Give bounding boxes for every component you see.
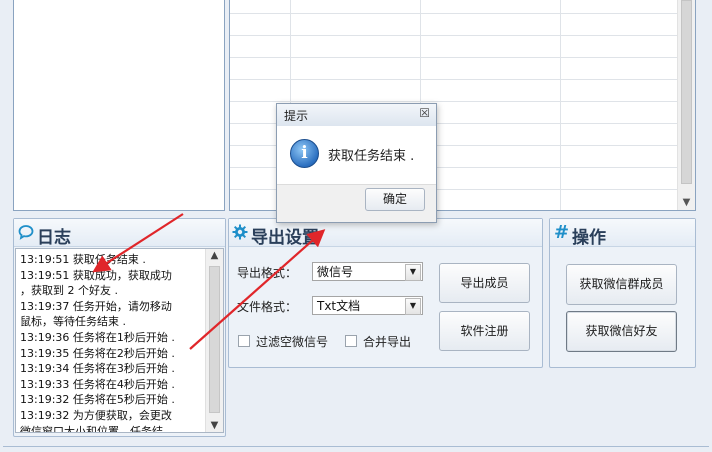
dialog-title: 提示 <box>284 109 309 123</box>
annotation-arrows <box>92 213 326 350</box>
window-bottom-border <box>3 446 709 447</box>
arrow-to-friends-button <box>189 229 326 350</box>
dialog-message: 获取任务结束 . <box>328 149 415 164</box>
dialog-body: i 获取任务结束 . <box>277 126 436 185</box>
info-icon: i <box>290 139 319 168</box>
dialog-titlebar: 提示 ☒ <box>277 104 436 127</box>
ok-button[interactable]: 确定 <box>365 188 425 211</box>
arrow-to-log <box>92 213 184 273</box>
info-dialog: 提示 ☒ i 获取任务结束 . 确定 <box>276 103 437 223</box>
close-icon[interactable]: ☒ <box>419 106 430 120</box>
